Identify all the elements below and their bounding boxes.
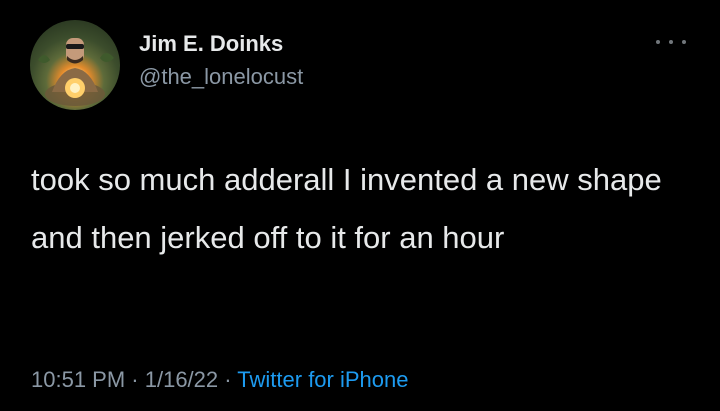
author-display-name[interactable]: Jim E. Doinks <box>139 30 283 58</box>
tweet-metadata: 10:51 PM · 1/16/22 · Twitter for iPhone <box>31 366 408 394</box>
meta-separator-1: · <box>125 367 145 392</box>
more-dot-2 <box>669 40 673 44</box>
more-dot-1 <box>656 40 660 44</box>
more-dot-3 <box>682 40 686 44</box>
tweet-date[interactable]: 1/16/22 <box>145 367 218 392</box>
tweet-text: took so much adderall I invented a new s… <box>31 162 662 255</box>
tweet-card: Jim E. Doinks @the_lonelocust took so mu… <box>0 0 720 411</box>
avatar-image <box>38 38 114 106</box>
tweet-source-link[interactable]: Twitter for iPhone <box>237 367 408 392</box>
meta-separator-2: · <box>218 367 238 392</box>
author-handle[interactable]: @the_lonelocust <box>139 63 303 91</box>
avatar[interactable] <box>30 20 120 110</box>
tweet-time[interactable]: 10:51 PM <box>31 367 125 392</box>
more-options-icon[interactable] <box>656 34 686 50</box>
